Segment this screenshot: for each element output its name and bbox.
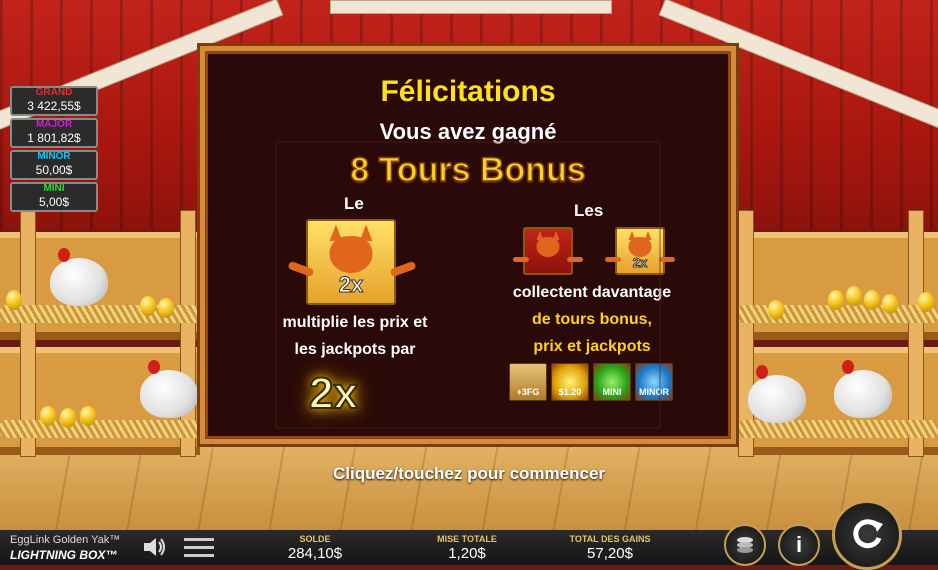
studio-logo: LIGHTNING BOX™ [10,548,118,562]
fox-icon [536,236,560,258]
balance-display: SOLDE 284,10$ [260,534,370,562]
left-line-1: multiplie les prix et [282,314,428,331]
right-line-1: collectent davantage [512,284,672,301]
symbol-label: $1.20 [558,387,582,397]
left-line-2: les jackpots par [294,341,416,358]
free-games-plus-3-icon: +3FG [509,363,547,401]
total-win-value: 57,20$ [587,545,633,562]
jackpot-major-label: MAJOR [35,119,73,130]
total-bet-display: MISE TOTALE 1,20$ [412,534,522,562]
right-line-3: prix et jackpots [533,338,651,355]
fox-tile-2x: 2x [605,227,675,275]
symbol-label: MINI [602,387,622,397]
gold-egg-cash-icon: $1.20 [551,363,589,401]
jackpot-grand-value: 3 422,55$ [27,99,81,113]
start-prompt[interactable]: Cliquez/touchez pour commencer [0,464,938,484]
fox-tile-2x-multiplier: 2x [632,255,648,271]
nest-shelves-right [738,210,938,457]
jackpot-mini: MINI 5,00$ [10,182,98,212]
total-bet-value: 1,20$ [448,545,486,562]
total-win-display: TOTAL DES GAINS 57,20$ [555,534,665,562]
ridge-beam [330,0,612,14]
dialog-title: Félicitations [380,75,556,108]
coins-bet-button[interactable] [724,524,766,566]
game-name: EggLink Golden Yak™ [10,534,121,546]
info-button[interactable]: i [778,524,820,566]
symbol-label: MINOR [639,387,669,397]
spin-arrow-icon [853,519,883,549]
coin-stack-icon [737,537,753,553]
total-bet-label: MISE TOTALE [437,534,497,544]
hen-icon [140,360,198,418]
fox-icon [628,236,652,258]
fox-tile-multiplier: 2x [338,272,364,298]
jackpot-grand: GRAND 3 422,55$ [10,86,98,116]
sound-icon[interactable] [142,536,166,558]
minor-egg-icon: MINOR [635,363,673,401]
total-win-label: TOTAL DES GAINS [569,534,651,544]
jackpot-mini-label: MINI [43,183,65,194]
right-article: Les [574,201,604,220]
jackpot-minor: MINOR 50,00$ [10,150,98,180]
info-icon: i [795,532,803,557]
symbol-label: +3FG [516,387,540,397]
multiplier-big: 2x [308,368,359,419]
fox-icon [329,235,373,274]
hen-icon [50,248,108,306]
bonus-count: 8 Tours Bonus [350,150,587,190]
nest-shelves-left [0,210,200,457]
fox-tile-plain [513,227,583,275]
bonus-dialog[interactable]: Félicitations Vous avez gagné 8 Tours Bo… [200,46,736,444]
mini-egg-icon: MINI [593,363,631,401]
balance-value: 284,10$ [287,545,343,562]
spin-button[interactable] [832,500,902,570]
jackpot-mini-value: 5,00$ [38,195,70,209]
hen-icon [834,360,892,418]
dialog-subtitle: Vous avez gagné [379,119,557,144]
jackpot-grand-label: GRAND [35,87,73,98]
left-article: Le [344,194,364,213]
right-line-2: de tours bonus, [532,311,652,328]
jackpot-major-value: 1 801,82$ [27,131,81,145]
fox-multiplier-tile: 2x [287,219,417,305]
right-description: collectent davantage de tours bonus, pri… [487,279,697,360]
hen-icon [748,365,806,423]
jackpot-minor-label: MINOR [37,151,71,162]
jackpot-minor-value: 50,00$ [35,163,73,177]
menu-icon[interactable] [184,538,214,558]
left-description: multiplie les prix et les jackpots par [245,309,465,363]
balance-label: SOLDE [299,534,331,544]
jackpot-major: MAJOR 1 801,82$ [10,118,98,148]
